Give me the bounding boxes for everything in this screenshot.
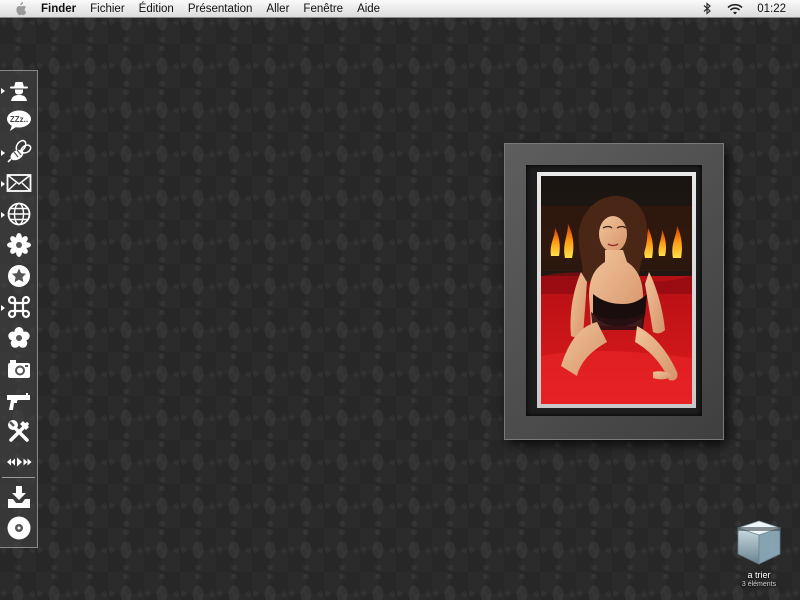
spy-agent-icon xyxy=(10,82,28,101)
svg-text:ZZz..: ZZz.. xyxy=(10,115,28,124)
pistol-icon xyxy=(7,393,30,410)
disc-icon xyxy=(7,516,31,540)
menu-edition[interactable]: Édition xyxy=(132,0,181,18)
menu-finder[interactable]: Finder xyxy=(34,0,83,18)
globe-icon xyxy=(7,202,31,226)
dock-item-spy[interactable] xyxy=(4,76,34,104)
photo-frame-mat xyxy=(537,172,696,408)
folder-label: a trier xyxy=(747,570,771,580)
wifi-icon[interactable] xyxy=(727,2,743,16)
bee-icon xyxy=(7,139,32,163)
menu-extras: 01:22 xyxy=(693,0,800,18)
dock-item-downloads[interactable] xyxy=(4,483,34,511)
dock-item-browser[interactable] xyxy=(4,200,34,228)
dock-item-favorites[interactable] xyxy=(4,262,34,290)
folder-item-count: 3 éléments xyxy=(741,581,777,588)
bluetooth-icon[interactable] xyxy=(699,2,715,16)
dock-item-sleep[interactable]: ZZz.. xyxy=(4,107,34,135)
dock: ZZz.. xyxy=(0,70,38,548)
envelope-icon xyxy=(6,174,32,192)
photo-frame-widget[interactable] xyxy=(504,143,724,440)
menu-fenetre[interactable]: Fenêtre xyxy=(296,0,350,18)
command-key-icon xyxy=(7,295,31,319)
menu-presentation[interactable]: Présentation xyxy=(181,0,260,18)
camera-icon xyxy=(8,360,30,378)
speech-bubble-zzz-icon: ZZz.. xyxy=(7,110,31,131)
dock-item-disc[interactable] xyxy=(4,514,34,542)
menu-bar: Finder Fichier Édition Présentation Alle… xyxy=(0,0,800,18)
media-controls-icon xyxy=(7,457,32,467)
woman-by-fireplace-photo xyxy=(541,176,692,404)
photo-frame-recess xyxy=(526,165,702,416)
menu-aide[interactable]: Aide xyxy=(350,0,387,18)
flower-gear-icon xyxy=(7,233,31,257)
dock-item-bee[interactable] xyxy=(4,138,34,166)
download-tray-icon xyxy=(8,486,30,508)
apple-icon[interactable] xyxy=(12,1,28,16)
menu-clock[interactable]: 01:22 xyxy=(757,3,786,15)
dock-item-settings-flower[interactable] xyxy=(4,231,34,259)
dock-item-pistol[interactable] xyxy=(4,386,34,414)
dock-divider xyxy=(2,477,35,478)
menu-aller[interactable]: Aller xyxy=(259,0,296,18)
hammer-wrench-icon xyxy=(8,420,29,442)
dock-item-mail[interactable] xyxy=(4,169,34,197)
star-circle-icon xyxy=(8,265,30,287)
dock-item-camera[interactable] xyxy=(4,355,34,383)
dock-item-media[interactable] xyxy=(4,448,34,476)
desktop-folder-a-trier[interactable]: a trier 3 éléments xyxy=(724,518,794,594)
dock-item-flower[interactable] xyxy=(4,324,34,352)
flower-icon xyxy=(8,327,30,348)
menu-fichier[interactable]: Fichier xyxy=(83,0,132,18)
dock-item-command[interactable] xyxy=(4,293,34,321)
dock-item-tools[interactable] xyxy=(4,417,34,445)
storage-box-icon xyxy=(736,520,782,565)
